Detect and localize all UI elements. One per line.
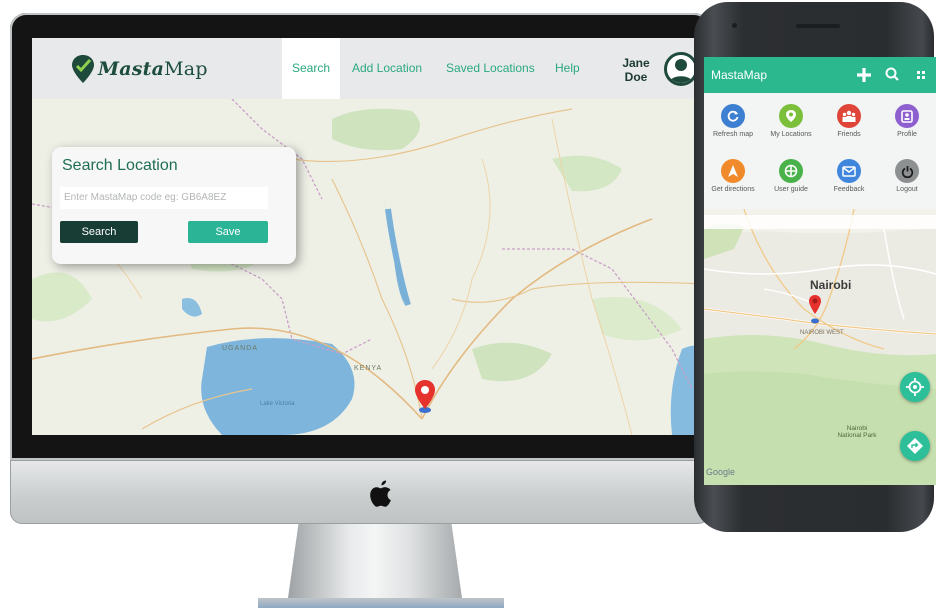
imac-chin bbox=[10, 460, 710, 524]
menu-label-logout: Logout bbox=[896, 186, 918, 193]
mobile-app-screen: MastaMap Refresh map My Locations Friend… bbox=[704, 57, 936, 485]
brand-name: MastaMap bbox=[98, 58, 208, 80]
website-screen: MastaMap Search Add Location Saved Locat… bbox=[32, 38, 704, 435]
location-pin-icon[interactable] bbox=[808, 294, 822, 324]
directions-icon bbox=[721, 159, 745, 183]
menu-profile[interactable]: Profile bbox=[878, 104, 936, 138]
directions-button[interactable] bbox=[900, 431, 930, 461]
app-title: MastaMap bbox=[711, 68, 768, 82]
save-button[interactable]: Save bbox=[188, 221, 268, 243]
refresh-icon bbox=[721, 104, 745, 128]
app-bar: MastaMap bbox=[704, 57, 936, 93]
location-pin-icon bbox=[779, 104, 803, 128]
directions-icon bbox=[907, 438, 923, 454]
user-avatar-icon[interactable] bbox=[664, 52, 698, 86]
site-header: MastaMap Search Add Location Saved Locat… bbox=[32, 38, 704, 99]
power-icon bbox=[895, 159, 919, 183]
map-label-nairobi-national-park: Nairobi National Park bbox=[837, 425, 877, 439]
menu-label-profile: Profile bbox=[897, 131, 917, 138]
phone-camera bbox=[732, 23, 737, 28]
friends-icon bbox=[837, 104, 861, 128]
user-name[interactable]: Jane Doe bbox=[616, 56, 656, 84]
menu-get-directions[interactable]: Get directions bbox=[704, 159, 762, 193]
map-label-kenya: KENYA bbox=[354, 365, 383, 372]
search-panel: Search Location Enter MastaMap code eg: … bbox=[52, 147, 296, 264]
menu-label-friends: Friends bbox=[837, 131, 861, 138]
map-label-nairobi: Nairobi bbox=[810, 278, 852, 292]
brand-logo[interactable]: MastaMap bbox=[70, 52, 208, 86]
menu-label-get-directions: Get directions bbox=[711, 186, 755, 193]
nav-help[interactable]: Help bbox=[555, 38, 580, 99]
menu-friends[interactable]: Friends bbox=[820, 104, 878, 138]
map-label-uganda: UGANDA bbox=[222, 345, 258, 352]
google-attribution: Google bbox=[706, 467, 736, 477]
search-icon[interactable] bbox=[884, 65, 900, 85]
mobile-map[interactable]: Nairobi NAIROBI WEST Nairobi National Pa… bbox=[704, 209, 936, 485]
feedback-icon bbox=[837, 159, 861, 183]
my-location-button[interactable] bbox=[900, 372, 930, 402]
phone-speaker bbox=[796, 24, 840, 28]
mastamap-code-input[interactable]: Enter MastaMap code eg: GB6A8EZ bbox=[60, 187, 268, 209]
menu-refresh-map[interactable]: Refresh map bbox=[704, 104, 762, 138]
location-pin-icon[interactable] bbox=[414, 379, 436, 413]
search-panel-title: Search Location bbox=[62, 157, 178, 174]
menu-label-my-locations: My Locations bbox=[770, 131, 812, 138]
imac-stand-base bbox=[258, 598, 504, 608]
map-pin-logo-icon bbox=[72, 55, 94, 83]
menu-label-feedback: Feedback bbox=[833, 186, 865, 193]
menu-user-guide[interactable]: User guide bbox=[762, 159, 820, 193]
apple-logo-icon bbox=[370, 480, 391, 507]
map-label-lake-victoria: Lake Victoria bbox=[260, 401, 295, 407]
menu-label-refresh-map: Refresh map bbox=[712, 131, 754, 138]
crosshair-icon bbox=[906, 378, 924, 396]
imac-stand bbox=[288, 524, 462, 598]
menu-logout[interactable]: Logout bbox=[878, 159, 936, 193]
menu-label-user-guide: User guide bbox=[774, 186, 808, 193]
user-guide-icon bbox=[779, 159, 803, 183]
app-menu-grid: Refresh map My Locations Friends Profile… bbox=[704, 93, 936, 209]
map-label-nairobi-west: NAIROBI WEST bbox=[800, 330, 844, 336]
nav-add-location[interactable]: Add Location bbox=[352, 38, 422, 99]
search-button[interactable]: Search bbox=[60, 221, 138, 243]
grid-menu-icon[interactable] bbox=[914, 65, 928, 85]
menu-my-locations[interactable]: My Locations bbox=[762, 104, 820, 138]
menu-feedback[interactable]: Feedback bbox=[820, 159, 878, 193]
nav-search[interactable]: Search bbox=[282, 38, 340, 99]
add-icon[interactable] bbox=[854, 65, 874, 85]
profile-icon bbox=[895, 104, 919, 128]
nav-saved-locations[interactable]: Saved Locations bbox=[446, 38, 535, 99]
